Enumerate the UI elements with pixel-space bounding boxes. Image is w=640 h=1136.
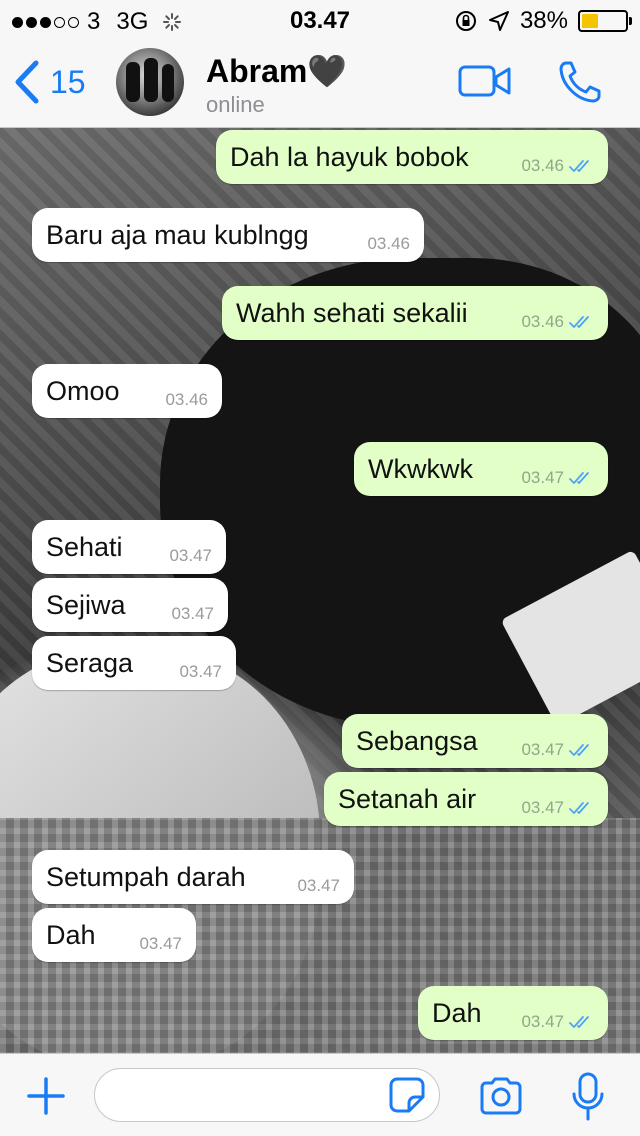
message-text: Sebangsa [356,725,478,756]
message-meta: 03.46 [521,156,594,176]
message-meta: 03.47 [521,468,594,488]
message-time: 03.46 [367,234,410,253]
incoming-message-bubble[interactable]: Sejiwa 03.47 [32,578,228,632]
microphone-button[interactable] [570,1072,606,1127]
message-time: 03.47 [521,468,564,487]
contact-status: online [206,92,265,117]
message-meta: 03.47 [169,546,212,566]
camera-icon [480,1077,522,1115]
message-time: 03.47 [139,934,182,953]
message-text: Wahh sehati sekalii [236,297,468,328]
attach-button[interactable] [26,1076,66,1121]
message-time: 03.47 [521,740,564,759]
message-text: Sehati [46,531,123,562]
message-meta: 03.47 [521,1012,594,1032]
message-time: 03.47 [179,662,222,681]
status-right: 38% [454,7,632,35]
contact-name[interactable]: Abram🖤 [206,52,347,90]
message-list[interactable]: Dah la hayuk bobok 03.46 Baru aja mau kubl… [0,128,640,1053]
incoming-message-bubble[interactable]: Sehati 03.47 [32,520,226,574]
voice-call-button[interactable] [556,58,604,111]
message-time: 03.47 [297,876,340,895]
message-text: Seraga [46,647,134,678]
outgoing-message-bubble[interactable]: Wkwkwk 03.47 [354,442,608,496]
message-time: 03.47 [521,1012,564,1031]
read-receipt-double-check-icon [569,316,589,328]
message-meta: 03.46 [367,234,410,254]
sticker-button[interactable] [388,1076,426,1119]
outgoing-message-bubble[interactable]: Sebangsa 03.47 [342,714,608,768]
phone-icon [559,61,601,103]
sticker-icon [389,1077,425,1113]
battery-percent: 38% [519,7,568,34]
battery-icon [578,10,632,32]
avatar[interactable] [116,48,184,116]
outgoing-message-bubble[interactable]: Setanah air 03.47 [324,772,608,826]
video-call-button[interactable] [458,64,512,103]
message-time: 03.47 [521,798,564,817]
input-bar [0,1053,640,1136]
message-meta: 03.47 [521,798,594,818]
read-receipt-double-check-icon [569,160,589,172]
message-text: Sejiwa [46,589,126,620]
outgoing-message-bubble[interactable]: Wahh sehati sekalii 03.46 [222,286,608,340]
message-time: 03.46 [521,312,564,331]
video-camera-icon [458,65,511,97]
read-receipt-double-check-icon [569,472,589,484]
microphone-icon [572,1072,604,1121]
location-arrow-icon [488,11,509,31]
read-receipt-double-check-icon [569,744,589,756]
message-meta: 03.47 [521,740,594,760]
status-bar: 3 3G 03.47 38% [0,0,640,40]
message-text: Wkwkwk [368,453,473,484]
message-text: Dah [46,919,96,950]
message-text: Baru aja mau kublngg [46,219,309,250]
back-button[interactable]: 15 [14,60,86,104]
orientation-lock-icon [455,11,476,31]
message-meta: 03.46 [165,390,208,410]
message-time: 03.47 [169,546,212,565]
plus-icon [27,1077,65,1115]
camera-button[interactable] [478,1076,524,1121]
message-time: 03.46 [521,156,564,175]
outgoing-message-bubble[interactable]: Dah 03.47 [418,986,608,1040]
battery-fill [582,14,598,28]
read-receipt-double-check-icon [569,802,589,814]
message-time: 03.47 [171,604,214,623]
incoming-message-bubble[interactable]: Baru aja mau kublngg 03.46 [32,208,424,262]
unread-chats-count: 15 [50,63,86,100]
incoming-message-bubble[interactable]: Seraga 03.47 [32,636,236,690]
message-meta: 03.47 [297,876,340,896]
incoming-message-bubble[interactable]: Omoo 03.46 [32,364,222,418]
incoming-message-bubble[interactable]: Setumpah darah 03.47 [32,850,354,904]
message-text: Dah [432,997,482,1028]
message-text: Setumpah darah [46,861,246,892]
outgoing-message-bubble[interactable]: Dah la hayuk bobok 03.46 [216,130,608,184]
chat-header: 15 Abram🖤 online [0,40,640,128]
read-receipt-double-check-icon [569,1016,589,1028]
message-text: Setanah air [338,783,477,814]
incoming-message-bubble[interactable]: Dah 03.47 [32,908,196,962]
chevron-left-icon [15,60,39,104]
message-time: 03.46 [165,390,208,409]
message-meta: 03.47 [139,934,182,954]
message-meta: 03.47 [179,662,222,682]
message-text: Dah la hayuk bobok [230,141,469,172]
message-meta: 03.46 [521,312,594,332]
message-meta: 03.47 [171,604,214,624]
message-text: Omoo [46,375,120,406]
